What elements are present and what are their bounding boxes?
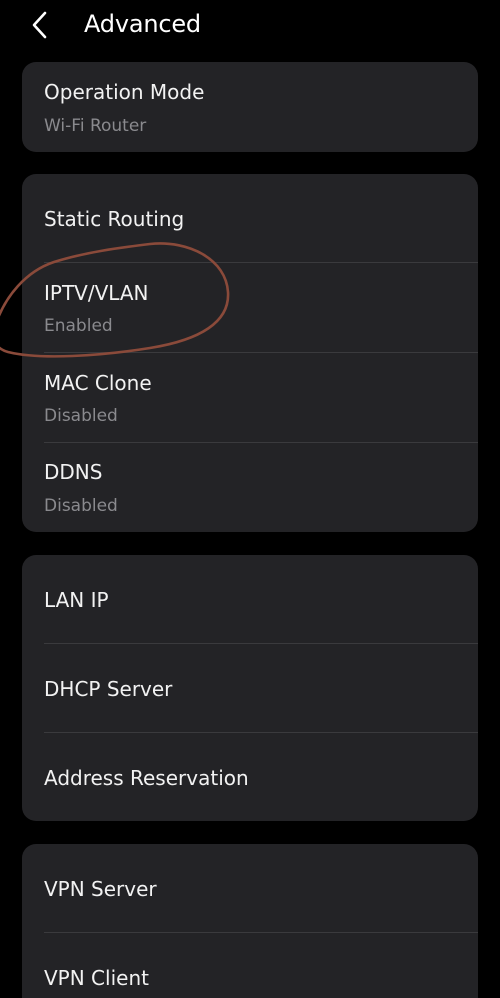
settings-item-mac-clone[interactable]: MAC Clone Disabled	[22, 353, 478, 442]
back-button[interactable]	[22, 6, 58, 44]
top-bar: Advanced	[0, 0, 500, 50]
settings-item-value: Enabled	[44, 316, 113, 336]
settings-item-dhcp-server[interactable]: DHCP Server	[22, 644, 478, 732]
network-features-card: Static Routing IPTV/VLAN Enabled MAC Clo…	[22, 174, 478, 532]
settings-item-value: Wi-Fi Router	[44, 116, 147, 136]
settings-item-label: LAN IP	[44, 588, 109, 612]
settings-item-label: DHCP Server	[44, 677, 173, 701]
settings-item-operation-mode[interactable]: Operation Mode Wi-Fi Router	[22, 62, 478, 152]
settings-item-lan-ip[interactable]: LAN IP	[22, 555, 478, 643]
page-title: Advanced	[84, 10, 201, 38]
settings-item-ddns[interactable]: DDNS Disabled	[22, 443, 478, 532]
advanced-settings-screen: Advanced Operation Mode Wi-Fi Router Sta…	[0, 0, 500, 998]
settings-item-label: DDNS	[44, 460, 103, 484]
vpn-card: VPN Server VPN Client	[22, 844, 478, 998]
settings-item-label: IPTV/VLAN	[44, 281, 149, 305]
settings-item-value: Disabled	[44, 496, 118, 516]
settings-item-label: Static Routing	[44, 207, 185, 231]
settings-item-label: Address Reservation	[44, 766, 249, 790]
operation-mode-card: Operation Mode Wi-Fi Router	[22, 62, 478, 152]
settings-item-label: VPN Server	[44, 877, 157, 901]
lan-card: LAN IP DHCP Server Address Reservation	[22, 555, 478, 821]
settings-item-value: Disabled	[44, 406, 118, 426]
settings-item-label: Operation Mode	[44, 80, 205, 104]
settings-item-address-reservation[interactable]: Address Reservation	[22, 733, 478, 821]
settings-item-static-routing[interactable]: Static Routing	[22, 174, 478, 262]
settings-item-iptv-vlan[interactable]: IPTV/VLAN Enabled	[22, 263, 478, 352]
settings-item-label: VPN Client	[44, 966, 149, 990]
chevron-left-icon	[32, 11, 47, 39]
settings-item-label: MAC Clone	[44, 371, 152, 395]
settings-item-vpn-client[interactable]: VPN Client	[22, 933, 478, 998]
settings-item-vpn-server[interactable]: VPN Server	[22, 844, 478, 932]
